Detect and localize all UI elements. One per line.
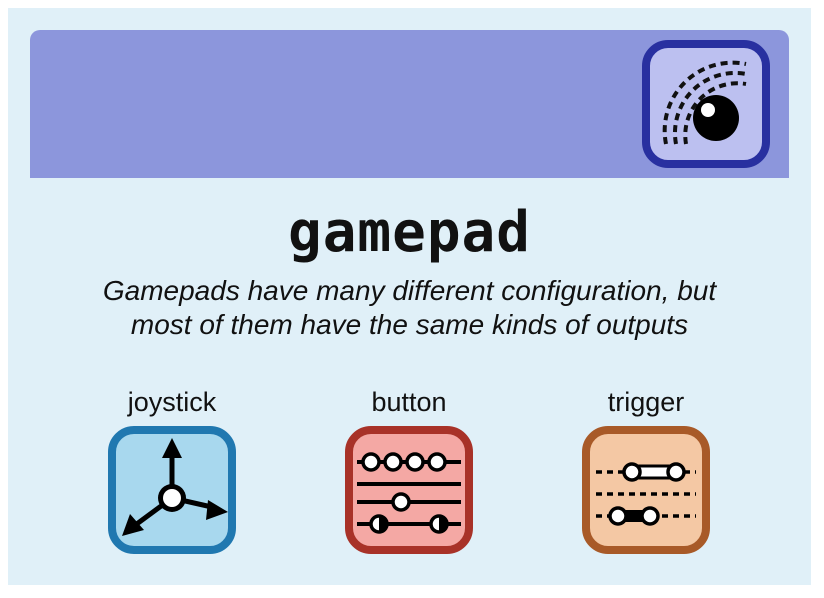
subtitle-line-1: Gamepads have many different configurati… (102, 275, 717, 306)
output-label-joystick: joystick (127, 387, 217, 417)
page-title: gamepad (287, 200, 531, 265)
gamepad-card: gamepad Gamepads have many different con… (8, 8, 811, 585)
subtitle-line-2: most of them have the same kinds of outp… (130, 309, 689, 340)
joystick-icon (108, 426, 236, 554)
output-button[interactable]: button (339, 386, 479, 554)
header-banner (30, 30, 789, 178)
output-joystick[interactable]: joystick (102, 386, 242, 554)
button-icon (345, 426, 473, 554)
output-trigger[interactable]: trigger (576, 386, 716, 554)
output-label-trigger: trigger (607, 387, 685, 417)
camera-lens-icon (642, 40, 770, 168)
subtitle: Gamepads have many different configurati… (48, 274, 771, 342)
output-label-button: button (371, 387, 447, 417)
trigger-icon (582, 426, 710, 554)
